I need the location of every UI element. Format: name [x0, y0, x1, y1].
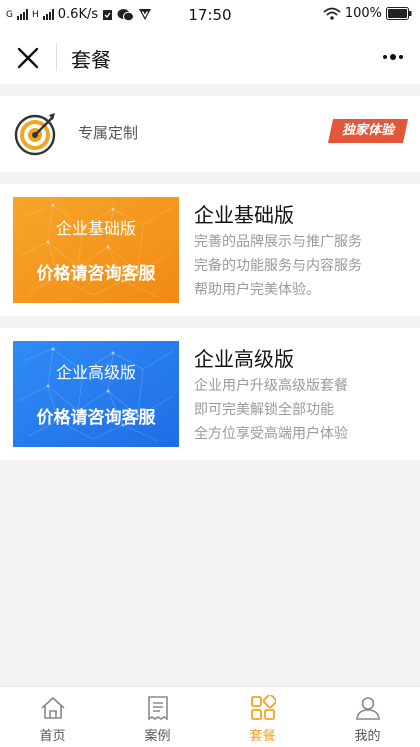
custom-plan-row[interactable]: 专属定制 独家体验 [0, 96, 420, 172]
plan-desc-basic-2: 完备的功能服务与内容服务 [194, 258, 362, 274]
plan-title-pro: 企业高级版 [194, 347, 294, 371]
plan-banner-basic[interactable]: 企业基础版 价格请咨询客服 [13, 197, 179, 303]
tab-cases[interactable]: 案例 [105, 687, 210, 747]
title-divider [56, 43, 57, 71]
document-icon [148, 696, 168, 721]
network-pattern-blue [13, 341, 179, 447]
banner-title-basic: 企业基础版 [55, 219, 136, 238]
plan-title-basic: 企业基础版 [194, 203, 294, 227]
plan-desc-pro-1: 企业用户升级高级版套餐 [194, 378, 348, 394]
navigation-bar: 套餐 [0, 30, 420, 84]
plan-card-basic[interactable]: 企业基础版 价格请咨询客服 企业基础版 完善的品牌展示与推广服务 完备的功能服务… [0, 184, 420, 316]
close-icon[interactable] [14, 44, 42, 72]
tab-packages-label: 套餐 [249, 729, 276, 744]
page-title: 套餐 [71, 48, 111, 72]
banner-price-basic: 价格请咨询客服 [36, 264, 156, 284]
more-dots-icon[interactable] [378, 46, 408, 68]
plan-desc-pro-2: 即可完美解锁全部功能 [194, 402, 334, 418]
banner-price-pro: 价格请咨询客服 [36, 408, 156, 428]
tab-home-label: 首页 [39, 729, 66, 744]
target-dart-icon [14, 113, 56, 156]
user-icon [356, 697, 380, 720]
tab-profile-label: 我的 [354, 729, 381, 744]
plan-card-pro[interactable]: 企业高级版 价格请咨询客服 企业高级版 企业用户升级高级版套餐 即可完美解锁全部… [0, 328, 420, 460]
plan-desc-pro-3: 全方位享受高端用户体验 [194, 426, 348, 442]
banner-title-pro: 企业高级版 [55, 363, 136, 382]
bottom-tab-bar: 首页 案例 套餐 我的 [0, 686, 420, 747]
network-pattern-orange [13, 197, 179, 303]
status-bar: G H 0.6K/s 17:50 100% [0, 0, 420, 30]
tab-home[interactable]: 首页 [0, 687, 105, 747]
plan-desc-basic-1: 完善的品牌展示与推广服务 [194, 234, 362, 250]
battery-percent: 100% [344, 6, 382, 21]
exclusive-badge[interactable]: 独家体验 [328, 119, 408, 143]
status-right: 100% [323, 6, 412, 21]
plan-banner-pro[interactable]: 企业高级版 价格请咨询客服 [13, 341, 179, 447]
plan-desc-basic-3: 帮助用户完美体验。 [194, 282, 320, 298]
tab-cases-label: 案例 [144, 729, 171, 744]
tab-packages[interactable]: 套餐 [210, 687, 315, 747]
custom-plan-label: 专属定制 [78, 124, 139, 142]
grid-icon [251, 695, 276, 720]
exclusive-badge-label: 独家体验 [341, 123, 394, 138]
wifi-icon [323, 7, 341, 20]
tab-profile[interactable]: 我的 [315, 687, 420, 747]
home-icon [41, 696, 65, 719]
battery-icon [386, 7, 412, 20]
